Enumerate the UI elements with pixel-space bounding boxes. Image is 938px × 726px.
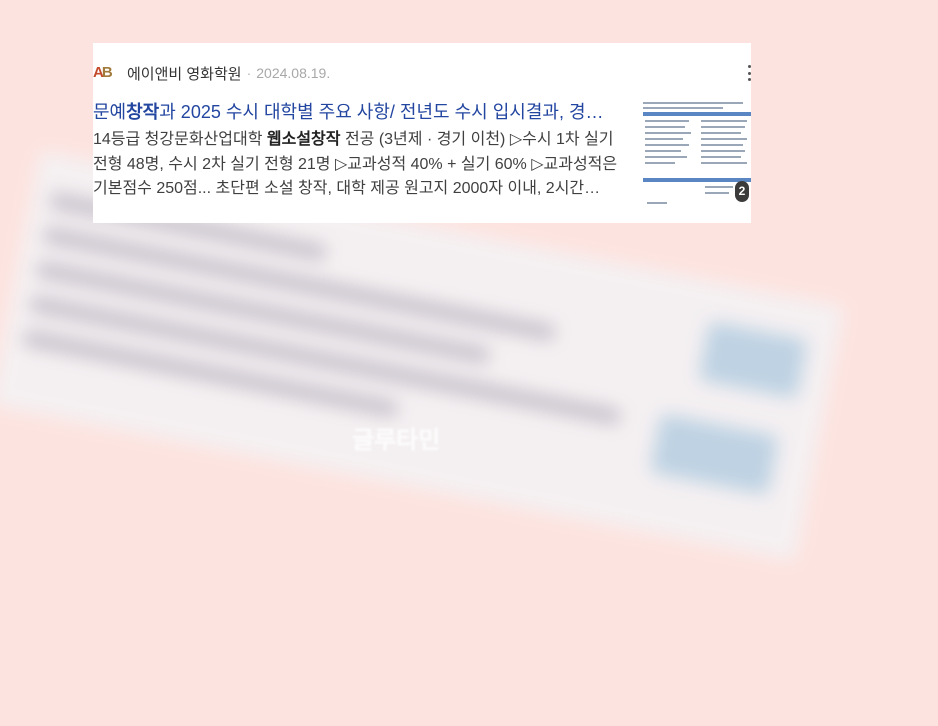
search-result-card[interactable]: AB 에이앤비 영화학원 · 2024.08.19. 문예창작과 2025 수시…: [93, 43, 751, 223]
blurred-background-screenshot: [0, 150, 884, 726]
separator-dot: ·: [246, 65, 252, 81]
background-caption: 글루타민: [352, 427, 441, 454]
source-row: AB 에이앤비 영화학원 · 2024.08.19.: [93, 62, 751, 84]
thumb-text-line: [643, 107, 723, 109]
image-count-badge: 2: [735, 181, 749, 202]
thumb-text-line: [643, 102, 743, 104]
title-prefix: 문예: [93, 102, 127, 122]
thumb-header-bar: [643, 112, 751, 116]
thumb-text-line: [705, 192, 729, 194]
thumb-text-line: [701, 150, 745, 152]
result-title-link[interactable]: 문예창작과 2025 수시 대학별 주요 사항/ 전년도 수시 입시결과, 경…: [93, 98, 613, 124]
title-highlight: 창작: [126, 102, 160, 122]
thumb-text-line: [701, 126, 745, 128]
post-date: 2024.08.19.: [256, 65, 331, 81]
thumb-text-line: [701, 162, 747, 164]
thumb-text-line: [645, 156, 687, 158]
thumb-text-line: [701, 138, 747, 140]
title-suffix: 과 2025 수시 대학별 주요 사항/ 전년도 수시 입시결과, 경…: [159, 102, 604, 122]
thumb-text-line: [645, 132, 691, 134]
thumb-text-line: [701, 156, 741, 158]
result-snippet: 14등급 청강문화산업대학 웹소설창작 전공 (3년제 · 경기 이천) ▷수시…: [93, 128, 625, 202]
thumb-text-line: [645, 138, 683, 140]
thumb-text-line: [645, 120, 689, 122]
thumb-text-line: [701, 120, 747, 122]
thumb-header-bar: [643, 178, 751, 182]
thumb-text-line: [701, 144, 743, 146]
thumb-text-line: [645, 144, 689, 146]
source-logo[interactable]: AB: [93, 64, 118, 82]
thumb-text-line: [705, 186, 733, 188]
thumb-text-line: [647, 202, 667, 204]
thumb-text-line: [645, 150, 681, 152]
snippet-highlight: 웹소설창작: [266, 131, 341, 148]
source-name[interactable]: 에이앤비 영화학원: [127, 63, 242, 84]
more-options-icon[interactable]: [747, 65, 751, 81]
result-thumbnail[interactable]: 2: [643, 98, 751, 206]
thumb-text-line: [701, 132, 741, 134]
thumb-text-line: [645, 162, 675, 164]
thumb-text-line: [645, 126, 685, 128]
snippet-prefix: 14등급 청강문화산업대학: [93, 131, 267, 148]
